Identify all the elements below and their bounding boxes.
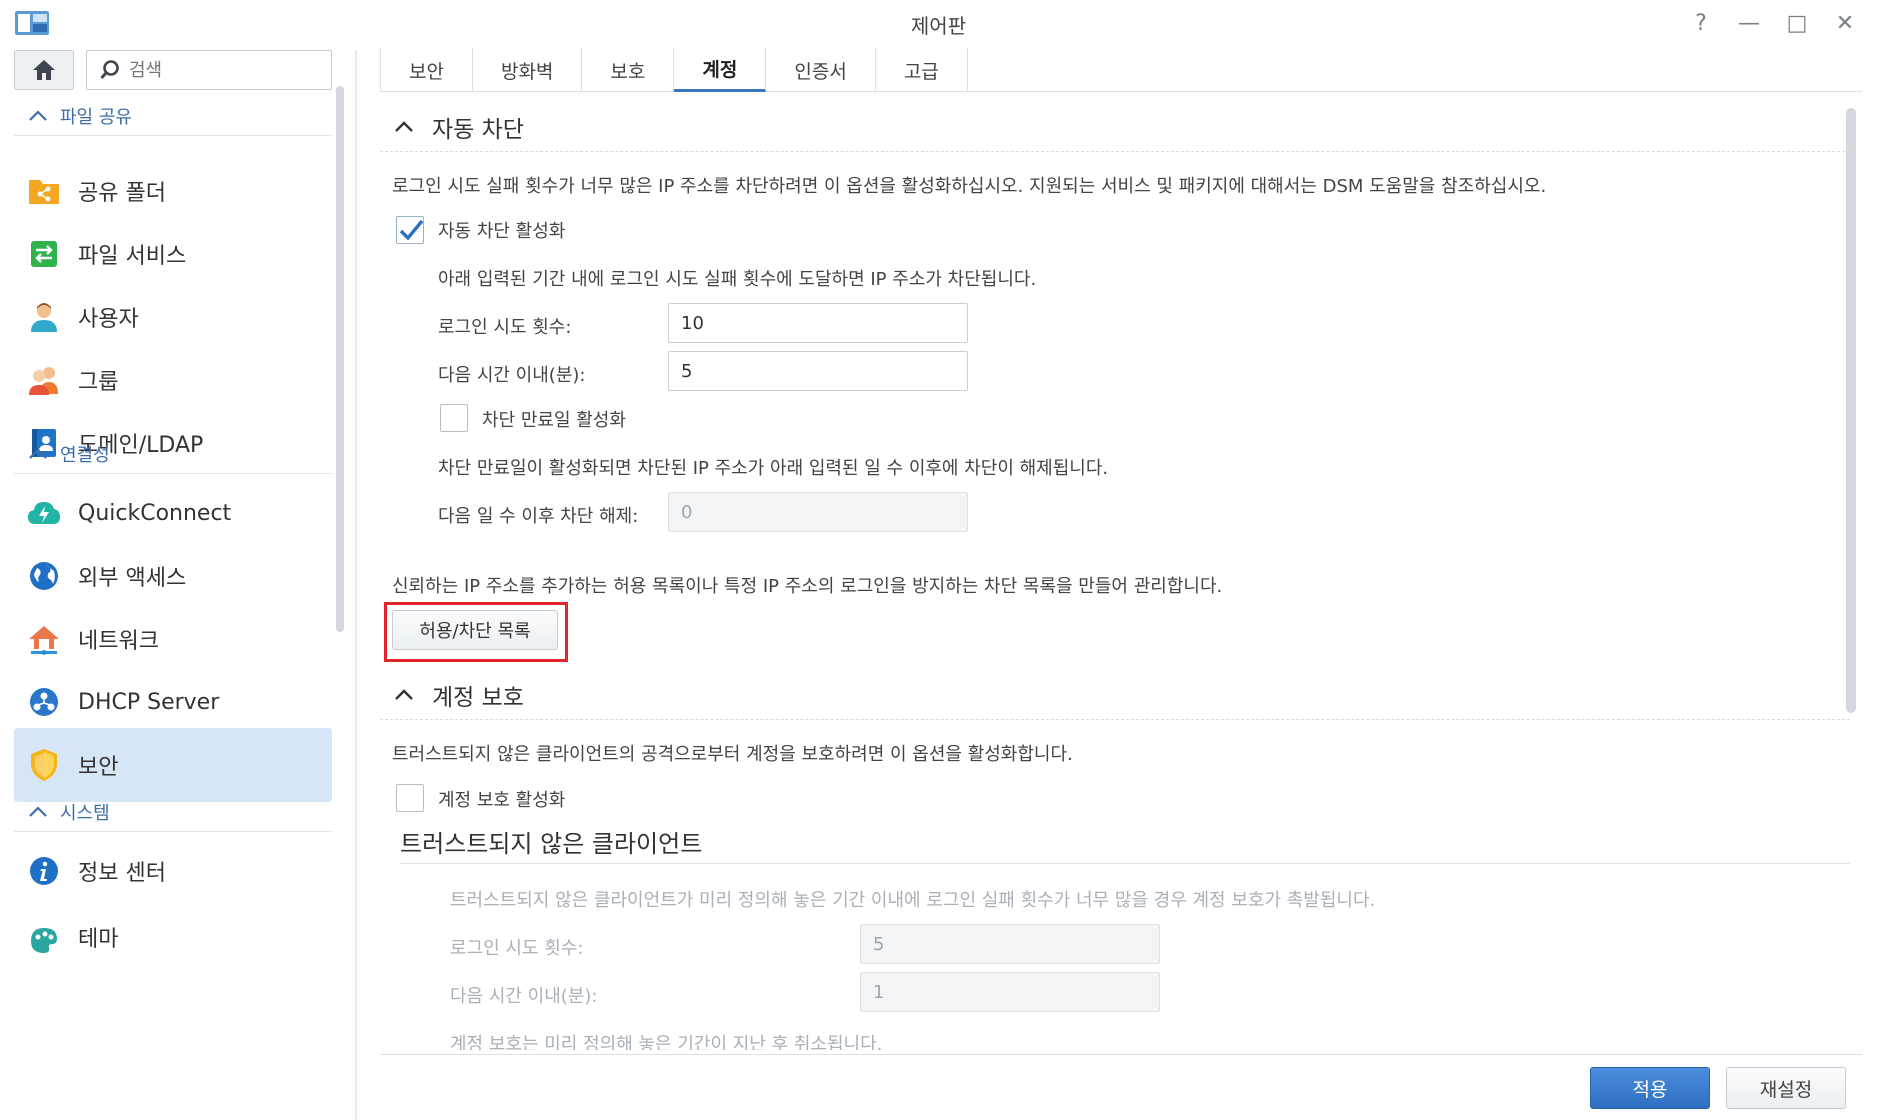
tab-bar: 보안 방화벽 보호 계정 인증서 고급 xyxy=(380,48,1862,92)
untrusted-clients-hint: 트러스트되지 않은 클라이언트가 미리 정의해 놓은 기간 이내에 로그인 실패… xyxy=(450,890,1376,911)
tab-account[interactable]: 계정 xyxy=(674,48,767,92)
search-input[interactable] xyxy=(129,59,309,81)
search-icon xyxy=(100,60,119,80)
close-icon[interactable]: ✕ xyxy=(1830,8,1860,38)
tab-certificate[interactable]: 인증서 xyxy=(766,48,876,92)
account-protection-enable-label[interactable]: 계정 보호 활성화 xyxy=(438,786,565,812)
section-label: 연결성 xyxy=(60,444,110,466)
within-minutes-label: 다음 시간 이내(분): xyxy=(438,365,586,386)
sidebar-item-label: 보안 xyxy=(78,755,119,780)
untrusted-clients-heading: 트러스트되지 않은 클라이언트 xyxy=(400,820,1850,864)
control-panel-window: 제어판 ? — □ ✕ 파일 공유 공유 폴더 xyxy=(0,0,1877,1120)
help-icon[interactable]: ? xyxy=(1686,8,1716,38)
untrusted-within-minutes-label: 다음 시간 이내(분): xyxy=(450,986,598,1007)
network-icon xyxy=(24,619,64,659)
shared-folder-icon xyxy=(24,171,64,211)
auto-block-description: 로그인 시도 실패 횟수가 너무 많은 IP 주소를 차단하려면 이 옵션을 활… xyxy=(392,176,1547,197)
chevron-up-icon xyxy=(395,120,413,132)
block-expiration-hint: 차단 만료일이 활성화되면 차단된 IP 주소가 아래 입력된 일 수 이후에 … xyxy=(438,458,1109,479)
checkmark-icon xyxy=(399,219,424,241)
section-file-sharing[interactable]: 파일 공유 xyxy=(14,96,332,136)
section-label: 파일 공유 xyxy=(60,106,132,128)
auto-block-enable-label[interactable]: 자동 차단 활성화 xyxy=(438,217,565,243)
login-attempts-label: 로그인 시도 횟수: xyxy=(438,317,572,338)
block-expiration-checkbox[interactable] xyxy=(440,404,468,432)
sidebar-item-label: 테마 xyxy=(78,927,119,952)
home-button[interactable] xyxy=(14,50,74,90)
chevron-up-icon xyxy=(395,688,413,700)
account-protection-enable-checkbox[interactable] xyxy=(396,784,424,812)
section-connectivity[interactable]: 연결성 xyxy=(14,434,332,474)
sidebar: 파일 공유 공유 폴더 파일 서비스 사용자 그룹 xyxy=(0,46,356,1120)
sidebar-item-label: 공유 폴더 xyxy=(78,181,166,206)
auto-block-title: 자동 차단 xyxy=(432,116,524,143)
sidebar-item-label: 네트워크 xyxy=(78,629,159,654)
file-services-icon xyxy=(24,234,64,274)
section-system[interactable]: 시스템 xyxy=(14,792,332,832)
tab-advanced[interactable]: 고급 xyxy=(876,48,968,92)
content-scrollbar[interactable] xyxy=(1846,108,1856,713)
external-access-icon xyxy=(24,556,64,596)
within-minutes-field[interactable]: 5 xyxy=(668,351,968,391)
sidebar-item-label: 그룹 xyxy=(78,370,119,395)
sidebar-scrollbar[interactable] xyxy=(336,86,344,632)
user-icon xyxy=(24,297,64,337)
search-box[interactable] xyxy=(86,50,332,90)
tab-security[interactable]: 보안 xyxy=(380,48,473,92)
allow-block-list-button[interactable]: 허용/차단 목록 xyxy=(392,610,558,650)
auto-block-hint: 아래 입력된 기간 내에 로그인 시도 실패 횟수에 도달하면 IP 주소가 차… xyxy=(438,269,1037,290)
sidebar-item-label: 정보 센터 xyxy=(78,861,166,886)
home-icon xyxy=(33,60,55,80)
sidebar-item-theme[interactable]: 테마 xyxy=(14,897,332,957)
unblock-after-days-label: 다음 일 수 이후 차단 해제: xyxy=(438,506,639,527)
chevron-up-icon xyxy=(29,805,47,817)
sidebar-item-label: 파일 서비스 xyxy=(78,244,187,269)
unblock-after-days-field[interactable]: 0 xyxy=(668,492,968,532)
sidebar-item-label: QuickConnect xyxy=(78,500,232,526)
theme-icon xyxy=(24,921,64,961)
sidebar-item-label: 사용자 xyxy=(78,307,139,332)
allow-block-list-hint: 신뢰하는 IP 주소를 추가하는 허용 목록이나 특정 IP 주소의 로그인을 … xyxy=(392,576,1223,597)
security-shield-icon xyxy=(24,745,64,785)
chevron-up-icon xyxy=(29,447,47,459)
auto-block-enable-checkbox[interactable] xyxy=(396,216,424,244)
minimize-icon[interactable]: — xyxy=(1734,8,1764,38)
reset-button[interactable]: 재설정 xyxy=(1726,1067,1846,1109)
quickconnect-icon xyxy=(24,493,64,533)
footer-bar: 적용 재설정 xyxy=(380,1054,1862,1120)
sidebar-divider xyxy=(355,50,357,1120)
untrusted-within-minutes-field[interactable]: 1 xyxy=(860,972,1160,1012)
group-icon xyxy=(24,360,64,400)
block-expiration-label[interactable]: 차단 만료일 활성화 xyxy=(482,406,626,432)
account-protection-title: 계정 보호 xyxy=(432,684,524,711)
login-attempts-field[interactable]: 10 xyxy=(668,303,968,343)
sidebar-item-label: DHCP Server xyxy=(78,689,220,715)
account-protection-header[interactable]: 계정 보호 xyxy=(380,670,1850,720)
info-center-icon xyxy=(24,851,64,891)
tab-firewall[interactable]: 방화벽 xyxy=(473,48,583,92)
untrusted-login-attempts-label: 로그인 시도 횟수: xyxy=(450,938,584,959)
account-protection-description: 트러스트되지 않은 클라이언트의 공격으로부터 계정을 보호하려면 이 옵션을 … xyxy=(392,744,1073,765)
account-protection-cancel-hint: 계정 보호는 미리 정의해 놓은 기간이 지난 후 취소됩니다. xyxy=(450,1034,883,1050)
section-label: 시스템 xyxy=(60,802,110,824)
sidebar-item-label: 외부 액세스 xyxy=(78,566,187,591)
chevron-up-icon xyxy=(29,109,47,121)
tab-protection[interactable]: 보호 xyxy=(582,48,675,92)
apply-button[interactable]: 적용 xyxy=(1590,1067,1710,1109)
sidebar-item-security[interactable]: 보안 xyxy=(14,728,332,802)
account-tab-content: 자동 차단 로그인 시도 실패 횟수가 너무 많은 IP 주소를 차단하려면 이… xyxy=(380,100,1850,1050)
auto-block-header[interactable]: 자동 차단 xyxy=(380,102,1850,152)
window-title: 제어판 xyxy=(910,14,967,38)
title-bar: 제어판 ? — □ ✕ xyxy=(0,0,1877,46)
maximize-icon[interactable]: □ xyxy=(1782,8,1812,38)
untrusted-login-attempts-field[interactable]: 5 xyxy=(860,924,1160,964)
dhcp-server-icon xyxy=(24,682,64,722)
